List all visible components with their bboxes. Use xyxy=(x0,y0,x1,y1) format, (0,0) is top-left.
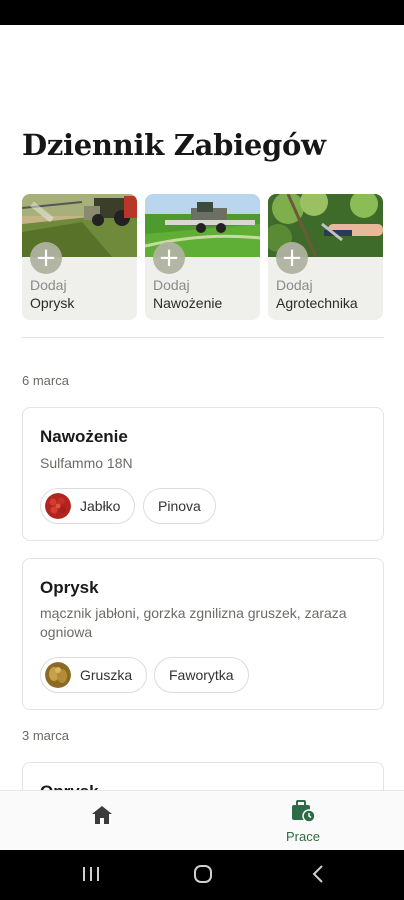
card-label: Nawożenie xyxy=(153,295,223,311)
system-nav-bar xyxy=(0,850,404,900)
apple-icon xyxy=(45,493,71,519)
add-plus-icon: + xyxy=(276,242,308,274)
card-label: Agrotechnika xyxy=(276,295,358,311)
back-icon[interactable] xyxy=(311,864,325,884)
treatment-entry-card[interactable]: Nawożenie Sulfammo 18N Jabłko Pinova xyxy=(22,407,384,541)
entry-subtitle: mącznik jabłoni, gorzka zgnilizna grusze… xyxy=(40,605,347,640)
entry-subtitle: Sulfammo 18N xyxy=(40,455,133,471)
crop-chip-label: Jabłko xyxy=(80,498,121,514)
entry-title: Oprysk xyxy=(40,578,99,597)
variety-chip[interactable]: Pinova xyxy=(143,488,216,524)
recent-apps-icon[interactable] xyxy=(82,864,100,884)
date-header: 3 marca xyxy=(22,728,69,743)
card-label: Oprysk xyxy=(30,295,75,311)
bottom-nav: Prace xyxy=(0,790,404,850)
variety-chip[interactable]: Faworytka xyxy=(154,657,249,693)
entry-title: Nawożenie xyxy=(40,427,128,446)
add-fertilization-card[interactable]: + Dodaj Nawożenie xyxy=(145,194,260,320)
nav-home[interactable] xyxy=(84,805,120,835)
crop-chip[interactable]: Jabłko xyxy=(40,488,136,524)
crop-chip[interactable]: Gruszka xyxy=(40,657,148,693)
variety-chip-label: Pinova xyxy=(158,498,201,514)
treatment-entry-card[interactable]: Oprysk mącznik jabłoni, gorzka zgnilizna… xyxy=(22,558,384,710)
date-header: 6 marca xyxy=(22,373,69,388)
briefcase-clock-icon xyxy=(292,800,316,823)
nav-prace[interactable]: Prace xyxy=(273,799,333,847)
card-prefix-label: Dodaj xyxy=(30,277,67,293)
crop-chip-label: Gruszka xyxy=(80,667,133,683)
variety-chip-label: Faworytka xyxy=(169,667,234,683)
card-prefix-label: Dodaj xyxy=(153,277,190,293)
page-title: Dziennik Zabiegów xyxy=(22,128,326,162)
nav-prace-label: Prace xyxy=(286,829,320,844)
add-agrotechnics-card[interactable]: + Dodaj Agrotechnika xyxy=(268,194,383,320)
add-plus-icon: + xyxy=(153,242,185,274)
quick-actions-row: + Dodaj Oprysk + Dodaj Nawożenie + Dodaj… xyxy=(22,194,404,320)
status-bar xyxy=(0,0,404,25)
add-spray-card[interactable]: + Dodaj Oprysk xyxy=(22,194,137,320)
section-divider xyxy=(22,337,384,338)
pear-icon xyxy=(45,662,71,688)
home-circle-icon[interactable] xyxy=(193,864,213,884)
home-icon xyxy=(92,806,112,824)
card-prefix-label: Dodaj xyxy=(276,277,313,293)
add-plus-icon: + xyxy=(30,242,62,274)
